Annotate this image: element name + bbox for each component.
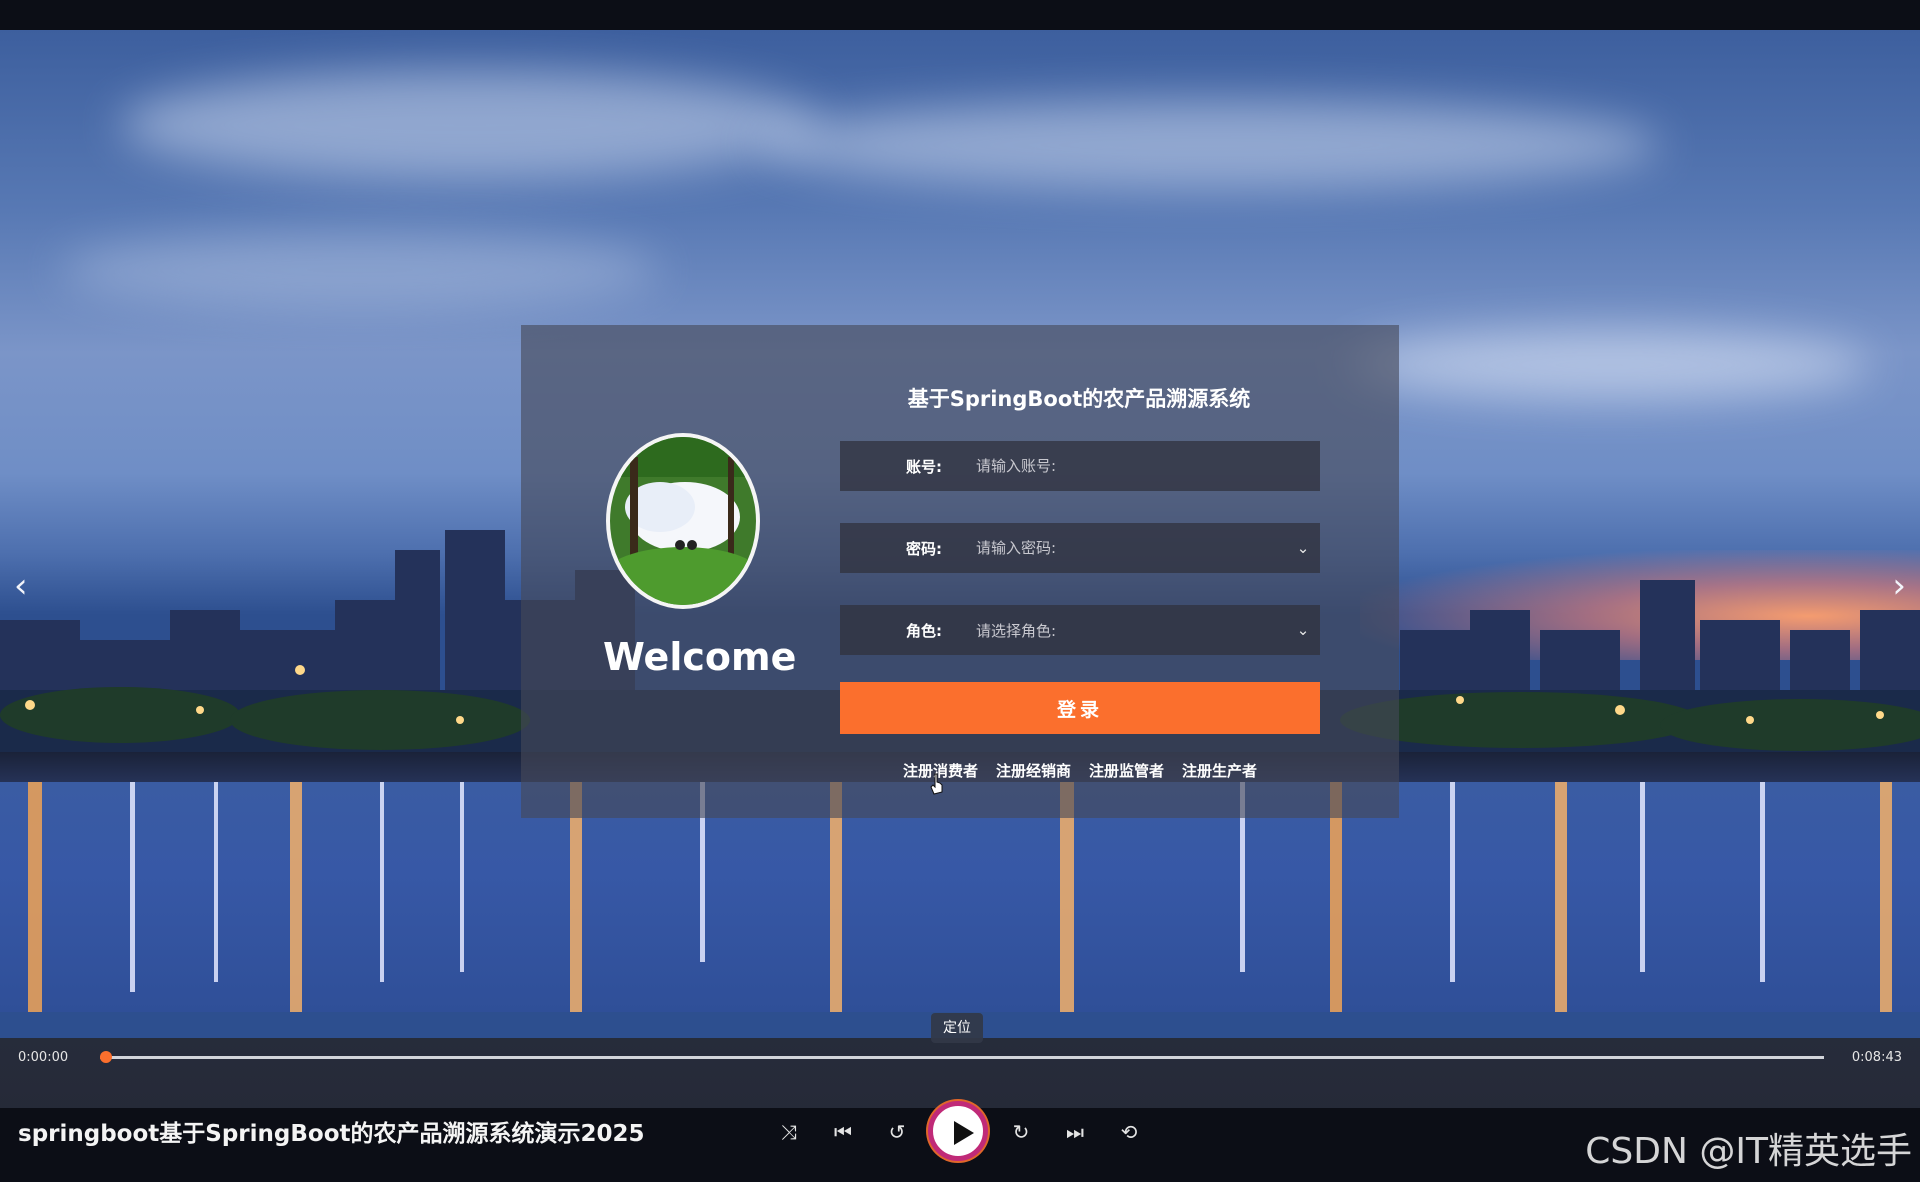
register-links: 注册消费者 注册经销商 注册监管者 注册生产者 (840, 760, 1320, 781)
register-dealer-link[interactable]: 注册经销商 (996, 760, 1071, 781)
password-label: 密码: (906, 539, 942, 558)
account-label: 账号: (906, 457, 942, 476)
chevron-down-icon[interactable]: ⌄ (1286, 539, 1320, 557)
total-time: 0:08:43 (1851, 1050, 1902, 1065)
current-time: 0:00:00 (18, 1050, 69, 1065)
register-producer-link[interactable]: 注册生产者 (1182, 760, 1257, 781)
password-input[interactable] (952, 522, 1286, 574)
account-input[interactable] (952, 440, 1320, 492)
hand-cursor-icon (930, 773, 943, 795)
shuffle-icon[interactable]: ⤨ (774, 1117, 804, 1147)
password-field: 密码: ⌄ (840, 522, 1320, 574)
play-button[interactable] (928, 1101, 988, 1161)
rewind-icon[interactable]: ↺ (882, 1117, 912, 1147)
seek-tooltip: 定位 (931, 1013, 983, 1043)
chevron-down-icon[interactable]: ⌄ (1286, 621, 1320, 639)
avatar (606, 433, 760, 609)
login-panel: Welcome 基于SpringBoot的农产品溯源系统 账号: 密码: ⌄ 角… (521, 325, 1399, 818)
player-progress-area (0, 1038, 1920, 1108)
role-select[interactable]: 请选择角色: (952, 620, 1286, 641)
watermark: CSDN @IT精英选手 (1585, 1131, 1912, 1172)
role-label: 角色: (906, 621, 942, 640)
account-field: 账号: (840, 440, 1320, 492)
forward-icon[interactable]: ↻ (1006, 1117, 1036, 1147)
progress-track[interactable] (108, 1056, 1824, 1059)
role-field[interactable]: 角色: 请选择角色: ⌄ (840, 605, 1320, 655)
next-icon[interactable]: ⏭ (1060, 1117, 1090, 1147)
carousel-next-icon[interactable]: › (1892, 566, 1906, 606)
welcome-text: Welcome (603, 635, 797, 679)
login-button[interactable]: 登录 (840, 682, 1320, 734)
register-supervisor-link[interactable]: 注册监管者 (1089, 760, 1164, 781)
previous-icon[interactable]: ⏮ (828, 1117, 858, 1147)
play-icon (954, 1121, 974, 1145)
progress-handle[interactable] (100, 1051, 112, 1063)
carousel-prev-icon[interactable]: ‹ (14, 566, 28, 606)
system-title: 基于SpringBoot的农产品溯源系统 (907, 387, 1251, 411)
loop-off-icon[interactable]: ⟲ (1114, 1117, 1144, 1147)
video-title: springboot基于SpringBoot的农产品溯源系统演示2025 (18, 1121, 645, 1147)
